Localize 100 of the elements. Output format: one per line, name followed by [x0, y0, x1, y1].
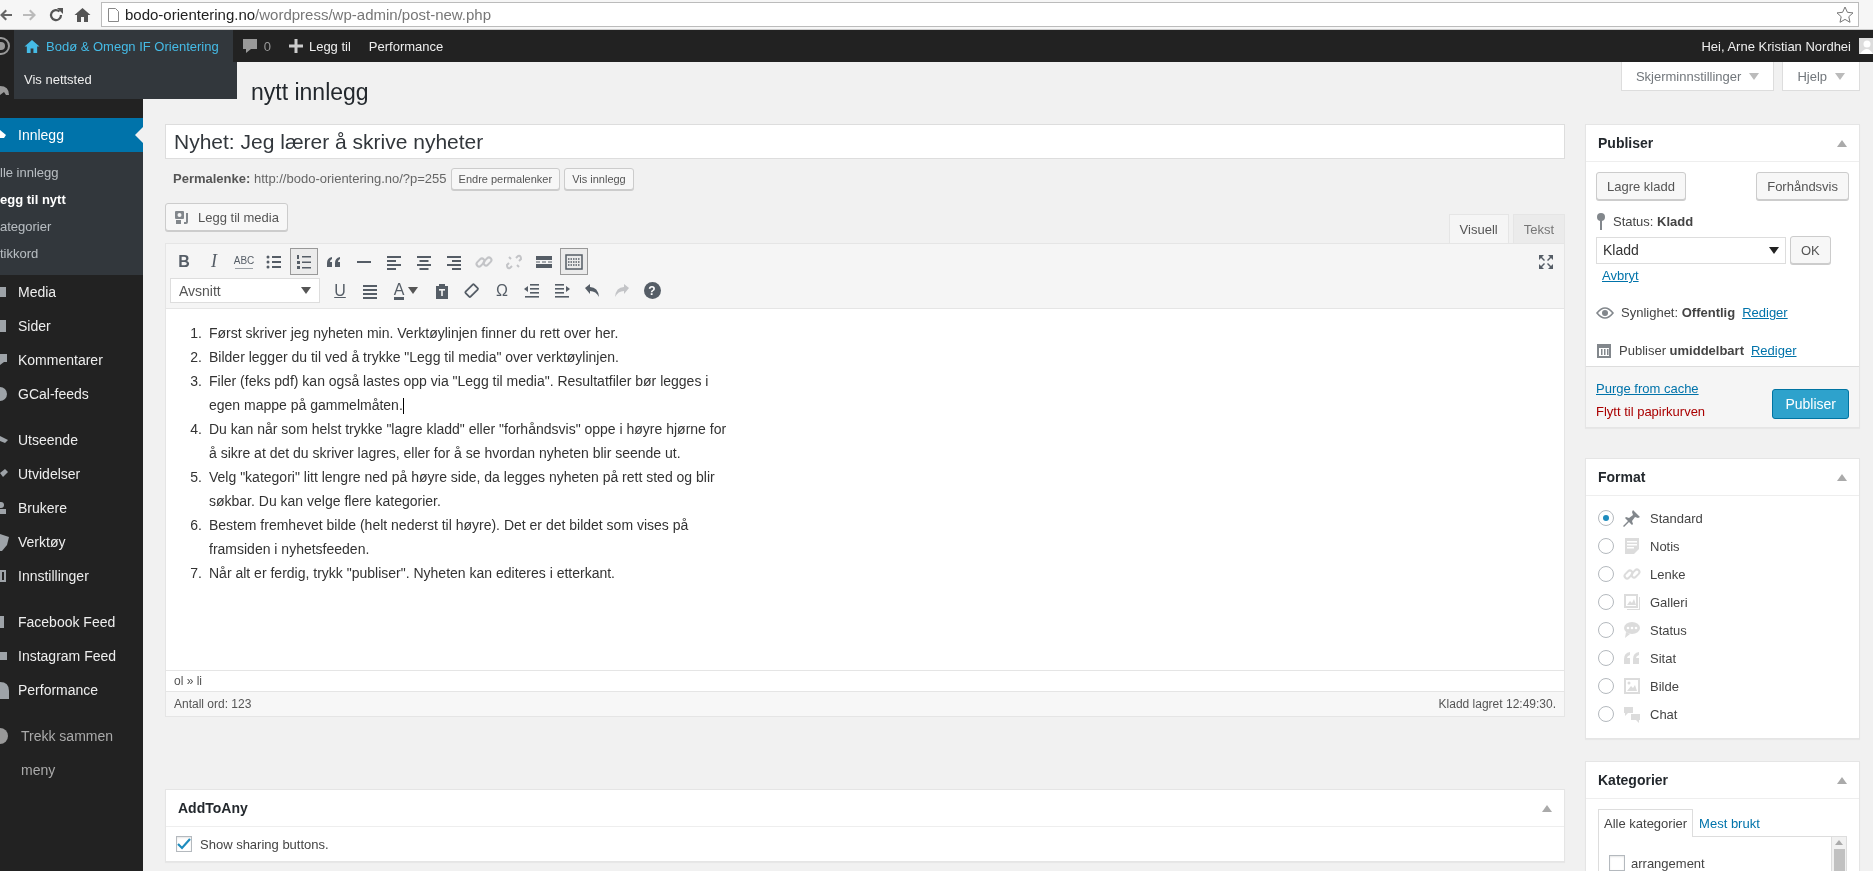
- menu-icon: [0, 385, 9, 403]
- checkbox[interactable]: [1609, 855, 1625, 871]
- page-icon: [108, 7, 119, 22]
- schedule-text: Publiser umiddelbart: [1619, 342, 1744, 358]
- radio-label: Chat: [1650, 706, 1678, 722]
- plus-icon[interactable]: [288, 39, 303, 53]
- save-draft-button[interactable]: Lagre kladd: [1596, 172, 1686, 200]
- submenu-item[interactable]: ategorier: [0, 213, 143, 240]
- radio-label: Status: [1650, 622, 1687, 638]
- menu-item[interactable]: GCal-feeds: [0, 377, 143, 411]
- calendar-icon: [1596, 342, 1612, 358]
- cancel-link[interactable]: Avbryt: [1602, 268, 1639, 283]
- home-icon[interactable]: [74, 6, 91, 23]
- comment-count[interactable]: 0: [263, 38, 271, 54]
- new-link[interactable]: Legg til: [308, 38, 351, 54]
- caret-icon: [1749, 72, 1760, 80]
- list-number: 1.: [189, 324, 203, 343]
- radio-button[interactable]: [1598, 650, 1614, 666]
- site-name[interactable]: Bodø & Omegn IF Orientering: [46, 38, 219, 54]
- list-item: Velg "kategori" litt lengre ned på høyre side, da legges nyheten på rett sted og blir søkbar. Du kan velge flere kategorier.: [209, 468, 716, 511]
- performance-link[interactable]: Performance: [368, 38, 444, 54]
- status-text: Status: Kladd: [1613, 213, 1694, 229]
- list-item: Bestem fremhevet bilde (helt nederst til høyre). Det er det bildet som vises på framsiden i nyhetsfeeden.: [209, 516, 690, 559]
- radio-button[interactable]: [1598, 566, 1614, 582]
- menu-item[interactable]: Facebook Feed: [0, 605, 143, 639]
- edit-link[interactable]: Rediger: [1751, 342, 1797, 358]
- bold-button[interactable]: B: [170, 248, 198, 275]
- radio-button[interactable]: [1598, 510, 1614, 526]
- logo-icon[interactable]: [0, 36, 11, 56]
- radio-label: Sitat: [1650, 650, 1676, 666]
- permalink-button[interactable]: Endre permalenker: [450, 167, 561, 190]
- underline-button[interactable]: U: [326, 277, 354, 304]
- list-number: 3.: [189, 372, 203, 391]
- menu-icon: [0, 533, 9, 551]
- purge-cache-link[interactable]: Purge from cache: [1596, 381, 1706, 396]
- list-number: 5.: [189, 468, 203, 487]
- add-media-button[interactable]: Legg til media: [165, 203, 288, 231]
- ok-button[interactable]: OK: [1790, 236, 1831, 264]
- category-tab[interactable]: Alle kategorier: [1598, 809, 1694, 837]
- checkbox[interactable]: [176, 836, 192, 852]
- menu-item[interactable]: Innlegg: [0, 118, 143, 152]
- italic-button[interactable]: I: [200, 248, 228, 275]
- screen-tab[interactable]: Skjerminnstillinger: [1620, 62, 1775, 91]
- submenu-item[interactable]: egg til nytt: [0, 186, 143, 213]
- image-icon: [1622, 676, 1642, 696]
- menu-item[interactable]: Instagram Feed: [0, 639, 143, 673]
- title-field[interactable]: Nyhet: Jeg lærer å skrive nyheter: [165, 124, 1565, 159]
- special-button[interactable]: Ω: [488, 277, 516, 304]
- collapse-menu-link[interactable]: Trekk sammen meny: [21, 719, 121, 787]
- permalink-button[interactable]: Vis innlegg: [564, 167, 634, 190]
- home-icon: [24, 38, 40, 54]
- menu-item[interactable]: Sider: [0, 309, 143, 343]
- menu-item[interactable]: Verktøy: [0, 525, 143, 559]
- box-title: Kategorier: [1598, 772, 1669, 788]
- menu-icon: [0, 317, 9, 335]
- editor-tab[interactable]: Tekst: [1512, 214, 1565, 243]
- menu-icon: [0, 499, 9, 517]
- help-button[interactable]: ?: [638, 277, 666, 304]
- list-item: Når alt er ferdig, trykk "publiser". Nyheten kan editeres i etterkant.: [209, 564, 616, 583]
- radio-button[interactable]: [1598, 538, 1614, 554]
- menu-item[interactable]: Innstillinger: [0, 559, 143, 593]
- menu-item[interactable]: Performance: [0, 673, 143, 707]
- preview-button[interactable]: Forhåndsvis: [1756, 172, 1849, 200]
- caret-icon: [301, 287, 311, 294]
- submenu-item[interactable]: lle innlegg: [0, 159, 143, 186]
- edit-link[interactable]: Rediger: [1742, 305, 1788, 320]
- list-number: 2.: [189, 348, 203, 367]
- greeting-link[interactable]: Hei, Arne Kristian Nordhei: [1701, 38, 1851, 54]
- trash-link[interactable]: Flytt til papirkurven: [1596, 404, 1706, 419]
- menu-item[interactable]: Brukere: [0, 491, 143, 525]
- submenu-item[interactable]: tikkord: [0, 240, 143, 267]
- format-select[interactable]: Avsnitt: [170, 278, 320, 303]
- category-tab[interactable]: Mest brukt: [1693, 809, 1766, 837]
- menu-item[interactable]: Kommentarer: [0, 343, 143, 377]
- menu-item[interactable]: Utvidelser: [0, 457, 143, 491]
- screen-tab[interactable]: Hjelp: [1782, 62, 1860, 91]
- list-item: Du kan når som helst trykke "lagre kladd" eller "forhåndsvis" oppe i høyre hjørne for å sikre at det du skriver lagres, eller for å se hvordan nyheten blir seende ut.: [209, 420, 728, 463]
- list-number: 4.: [189, 420, 203, 439]
- page-title: nytt innlegg: [251, 79, 369, 106]
- radio-button[interactable]: [1598, 706, 1614, 722]
- menu-item[interactable]: Vis nettsted: [24, 72, 92, 87]
- comment-icon[interactable]: [241, 38, 258, 54]
- radio-button[interactable]: [1598, 594, 1614, 610]
- star-icon[interactable]: [1836, 5, 1854, 24]
- eye-icon: [1596, 306, 1614, 319]
- radio-label: Lenke: [1650, 566, 1686, 582]
- address-bar[interactable]: bodo-orientering.no/wordpress/wp-admin/post-new.php: [101, 2, 1859, 27]
- reload-icon[interactable]: [48, 6, 64, 23]
- editor-tab[interactable]: Visuell: [1448, 214, 1509, 243]
- radio-button[interactable]: [1598, 678, 1614, 694]
- radio-button[interactable]: [1598, 622, 1614, 638]
- strikethrough-button[interactable]: ABC: [230, 248, 258, 275]
- menu-icon: [0, 681, 9, 699]
- menu-item[interactable]: Media: [0, 275, 143, 309]
- text-color-button[interactable]: A: [386, 277, 426, 304]
- list-number: 6.: [189, 516, 203, 535]
- status-select[interactable]: Kladd: [1596, 236, 1786, 264]
- menu-item[interactable]: Utseende: [0, 423, 143, 457]
- site-menu[interactable]: Bodø & Omegn IF Orientering: [14, 30, 233, 62]
- gallery-icon: [1622, 592, 1642, 612]
